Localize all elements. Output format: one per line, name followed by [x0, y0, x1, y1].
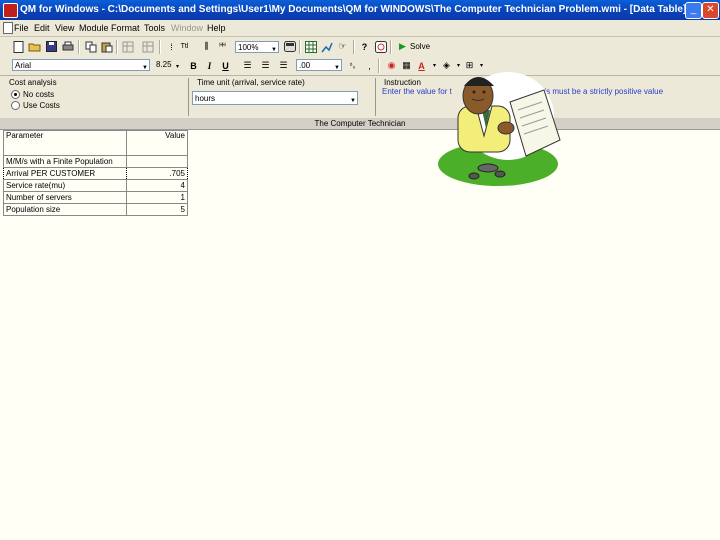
snapshot-icon[interactable]: [374, 40, 387, 53]
table-header-row: Parameter Value: [3, 130, 188, 156]
decimals-select[interactable]: .00 ▼: [296, 59, 342, 71]
technician-clipart: [438, 72, 561, 186]
hand-icon[interactable]: ☞: [336, 40, 349, 53]
no-costs-radio[interactable]: No costs: [11, 90, 54, 99]
title-bar: QM for Windows - C:\Documents and Settin…: [0, 0, 720, 20]
underline-button[interactable]: U: [219, 59, 232, 72]
align-left-icon[interactable]: ☰: [241, 59, 254, 72]
title-icon[interactable]: Ttl: [178, 40, 191, 53]
align-center-icon[interactable]: ☰: [259, 59, 272, 72]
italic-button[interactable]: I: [203, 59, 216, 72]
use-costs-radio[interactable]: Use Costs: [11, 101, 60, 110]
print-icon[interactable]: [61, 40, 74, 53]
copy-icon[interactable]: [84, 40, 97, 53]
options-panel: Cost analysis No costs Use Costs Time un…: [0, 76, 720, 119]
grid-icon[interactable]: [304, 40, 317, 53]
menu-tools[interactable]: Tools: [144, 23, 165, 33]
bold-button[interactable]: B: [187, 59, 200, 72]
table-row: Arrival PER CUSTOMER .705: [3, 167, 188, 180]
zoom-select[interactable]: 100% ▼: [235, 41, 279, 53]
menu-format[interactable]: Format: [111, 23, 140, 33]
time-unit-label: Time unit (arrival, service rate): [197, 78, 305, 87]
delete-row-icon[interactable]: [141, 40, 154, 53]
standard-toolbar: ⁞ Ttl ⫼ ᴴᴴ 100% ▼ ☞ ? ▶ Solve: [0, 37, 720, 58]
header-parameter: Parameter: [3, 130, 127, 156]
menu-edit[interactable]: Edit: [34, 23, 50, 33]
instruction-label: Instruction: [384, 78, 421, 87]
param-cell: Number of servers: [3, 191, 127, 204]
column-width-icon[interactable]: ⫼: [200, 40, 213, 53]
menu-view[interactable]: View: [55, 23, 74, 33]
time-unit-select[interactable]: hours ▼: [192, 91, 358, 105]
cell-color-icon[interactable]: ▦: [400, 59, 413, 72]
header-value: Value: [126, 130, 188, 156]
increase-decimal-icon[interactable]: ⁰₀: [346, 59, 359, 72]
tile-icon[interactable]: ⁞: [165, 40, 178, 53]
menu-file[interactable]: File: [14, 23, 29, 33]
font-size-select[interactable]: 8.25 ▾: [154, 59, 180, 71]
solve-icon[interactable]: ▶: [396, 40, 409, 53]
value-cell[interactable]: 1: [126, 191, 188, 204]
table-row: M/M/s with a Finite Population: [3, 155, 188, 168]
calculator-icon[interactable]: [283, 40, 296, 53]
chart-icon[interactable]: [320, 40, 333, 53]
help-icon[interactable]: ?: [358, 40, 371, 53]
close-button[interactable]: ✕: [702, 2, 719, 19]
minimize-button[interactable]: _: [685, 2, 702, 19]
value-cell[interactable]: 5: [126, 203, 188, 216]
color-wheel-icon[interactable]: ◉: [385, 59, 398, 72]
font-color-icon[interactable]: A: [415, 59, 428, 72]
row-height-icon[interactable]: ᴴᴴ: [216, 40, 229, 53]
value-cell[interactable]: [126, 155, 188, 168]
param-cell: Population size: [3, 203, 127, 216]
save-icon[interactable]: [45, 40, 58, 53]
insert-row-icon[interactable]: [121, 40, 134, 53]
menu-module[interactable]: Module: [79, 23, 109, 33]
document-title: The Computer Technician: [0, 118, 720, 130]
value-cell[interactable]: .705: [126, 167, 188, 180]
font-name-select[interactable]: Arial ▼: [12, 59, 150, 71]
solve-button-label[interactable]: Solve: [410, 42, 430, 51]
open-icon[interactable]: [28, 40, 41, 53]
align-right-icon[interactable]: ☰: [277, 59, 290, 72]
paste-icon[interactable]: [100, 40, 113, 53]
comma-icon[interactable]: ,: [363, 59, 376, 72]
value-cell[interactable]: 4: [126, 179, 188, 192]
format-toolbar: Arial ▼ 8.25 ▾ B I U ☰ ☰ ☰ .00 ▼ ⁰₀ , ◉ ▦ A…: [0, 57, 720, 76]
param-cell: M/M/s with a Finite Population: [3, 155, 127, 168]
param-cell: Service rate(mu): [3, 179, 127, 192]
menu-bar: File Edit View Module Format Tools Windo…: [0, 20, 720, 37]
param-cell: Arrival PER CUSTOMER: [3, 167, 127, 180]
app-icon: [3, 3, 18, 18]
new-icon[interactable]: [12, 40, 25, 53]
table-row: Population size 5: [3, 203, 188, 216]
table-row: Service rate(mu) 4: [3, 179, 188, 192]
document-icon: [3, 22, 13, 34]
cost-analysis-label: Cost analysis: [9, 78, 57, 87]
menu-help[interactable]: Help: [207, 23, 226, 33]
table-row: Number of servers 1: [3, 191, 188, 204]
data-table: Parameter Value M/M/s with a Finite Popu…: [3, 130, 188, 216]
window-title: QM for Windows - C:\Documents and Settin…: [20, 4, 687, 15]
menu-window[interactable]: Window: [171, 23, 203, 33]
